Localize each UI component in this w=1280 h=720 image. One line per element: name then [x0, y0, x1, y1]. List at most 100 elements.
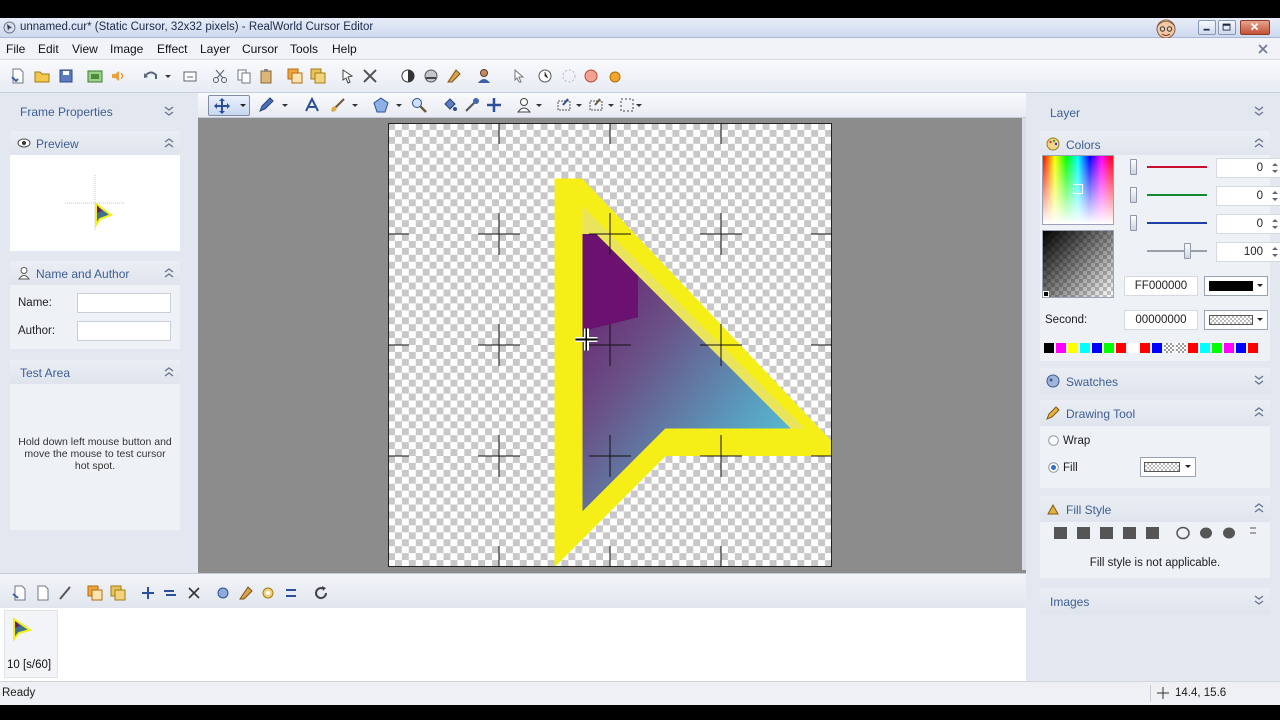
chevron-down-icon[interactable]: [574, 97, 584, 113]
redo-icon[interactable]: [182, 68, 198, 84]
user-icon[interactable]: [476, 68, 492, 84]
author-field[interactable]: [77, 321, 171, 341]
menu-view[interactable]: View: [72, 42, 98, 56]
palette-swatch[interactable]: [1140, 343, 1150, 353]
paste-icon[interactable]: [258, 68, 274, 84]
drawing-tool-header[interactable]: Drawing Tool: [1040, 400, 1270, 426]
palette-swatch[interactable]: [1188, 343, 1198, 353]
palette-swatch[interactable]: [1212, 343, 1222, 353]
pencil-icon[interactable]: [258, 97, 274, 113]
alpha-slider[interactable]: [1184, 243, 1191, 259]
chevron-up-icon[interactable]: [164, 137, 174, 149]
select-rect-icon[interactable]: [556, 97, 572, 113]
select-magic-icon[interactable]: [588, 97, 604, 113]
chevron-down-icon[interactable]: [1254, 105, 1264, 117]
layer-merge-icon[interactable]: [310, 68, 326, 84]
maximize-button[interactable]: [1218, 20, 1236, 35]
hotspot-tool-icon[interactable]: [486, 97, 502, 113]
chevron-down-icon[interactable]: [606, 97, 616, 113]
wait-cursor-icon[interactable]: [561, 68, 577, 84]
palette-swatch[interactable]: [1104, 343, 1114, 353]
fill-style-header[interactable]: Fill Style: [1040, 496, 1270, 522]
layer-copy-icon[interactable]: [287, 68, 303, 84]
frame-gradient-icon[interactable]: [238, 585, 254, 601]
menu-layer[interactable]: Layer: [200, 42, 230, 56]
pointer-icon[interactable]: [511, 68, 527, 84]
palette-swatch[interactable]: [1056, 343, 1066, 353]
menu-file[interactable]: File: [6, 42, 25, 56]
palette-swatch[interactable]: [1224, 343, 1234, 353]
pixel-canvas[interactable]: [388, 123, 832, 567]
sound-icon[interactable]: [109, 68, 125, 84]
spin-arrows-icon[interactable]: [1269, 216, 1280, 232]
palette-swatch[interactable]: [1116, 343, 1126, 353]
chevron-up-icon[interactable]: [1254, 502, 1264, 514]
name-field[interactable]: [77, 293, 171, 313]
menu-edit[interactable]: Edit: [38, 42, 59, 56]
palette-swatch[interactable]: [1200, 343, 1210, 353]
images-header[interactable]: Images: [1040, 588, 1270, 614]
colors-header[interactable]: Colors: [1040, 131, 1270, 157]
gradient-icon[interactable]: [446, 68, 462, 84]
palette-swatch[interactable]: [1068, 343, 1078, 353]
duplicate-frame-icon[interactable]: [87, 585, 103, 601]
frame-paint-icon[interactable]: [57, 585, 73, 601]
menu-effect[interactable]: Effect: [157, 42, 187, 56]
spin-arrows-icon[interactable]: [1269, 160, 1280, 176]
chevron-up-icon[interactable]: [164, 366, 174, 378]
capture-icon[interactable]: [87, 68, 103, 84]
swatches-header[interactable]: Swatches: [1040, 368, 1270, 394]
busy-cursor-icon[interactable]: [537, 68, 553, 84]
frame-order-icon[interactable]: [283, 585, 299, 601]
palette-swatch[interactable]: [1080, 343, 1090, 353]
frame-settings-icon[interactable]: [260, 585, 276, 601]
zoom-icon[interactable]: [411, 97, 427, 113]
selection-icon[interactable]: [619, 97, 635, 113]
primary-color-dropdown[interactable]: [1204, 276, 1268, 296]
new-file-icon[interactable]: [10, 68, 26, 84]
open-folder-icon[interactable]: [34, 68, 50, 84]
hotspot-icon[interactable]: [340, 68, 356, 84]
chevron-down-icon[interactable]: [634, 97, 644, 113]
menu-tools[interactable]: Tools: [290, 42, 318, 56]
palette-swatch[interactable]: [1236, 343, 1246, 353]
alpha-picker[interactable]: [1042, 230, 1114, 298]
red-value-field[interactable]: 0: [1216, 158, 1280, 178]
fill-pattern-dropdown[interactable]: [1140, 457, 1196, 477]
undo-icon[interactable]: [143, 68, 159, 84]
fill-style-options[interactable]: [1052, 525, 1262, 541]
insert-frame-icon[interactable]: [35, 585, 51, 601]
copy-icon[interactable]: [236, 68, 252, 84]
chevron-down-icon[interactable]: [534, 97, 544, 113]
palette-swatch[interactable]: [1248, 343, 1258, 353]
globe-cursor-icon[interactable]: [583, 68, 599, 84]
save-icon[interactable]: [58, 68, 74, 84]
blue-value-field[interactable]: 0: [1216, 214, 1280, 234]
green-value-field[interactable]: 0: [1216, 186, 1280, 206]
preview-header[interactable]: Preview: [10, 131, 180, 155]
effects-icon[interactable]: [423, 68, 439, 84]
user-tool-icon[interactable]: [516, 97, 532, 113]
chevron-down-icon[interactable]: [394, 97, 404, 113]
test-area-header[interactable]: Test Area: [10, 360, 180, 384]
palette-swatch[interactable]: [1152, 343, 1162, 353]
hue-picker[interactable]: [1042, 155, 1114, 225]
chevron-up-icon[interactable]: [1254, 137, 1264, 149]
delete-frame-icon[interactable]: [186, 585, 202, 601]
refresh-icon[interactable]: [313, 585, 329, 601]
minimize-button[interactable]: [1198, 20, 1216, 35]
document-close-button[interactable]: [1254, 40, 1272, 57]
second-hex-field[interactable]: 00000000: [1124, 310, 1198, 330]
spin-arrows-icon[interactable]: [1269, 188, 1280, 204]
red-slider[interactable]: [1130, 159, 1137, 175]
palette-swatch[interactable]: [1176, 343, 1186, 353]
alpha-value-field[interactable]: 100: [1216, 242, 1280, 262]
close-button[interactable]: [1240, 20, 1270, 35]
second-color-dropdown[interactable]: [1204, 310, 1268, 330]
fill-radio[interactable]: [1048, 462, 1059, 473]
text-tool-icon[interactable]: [304, 97, 320, 113]
palette-swatch[interactable]: [1044, 343, 1054, 353]
name-author-header[interactable]: Name and Author: [10, 261, 180, 285]
primary-hex-field[interactable]: FF000000: [1124, 276, 1198, 296]
palette-swatch[interactable]: [1164, 343, 1174, 353]
